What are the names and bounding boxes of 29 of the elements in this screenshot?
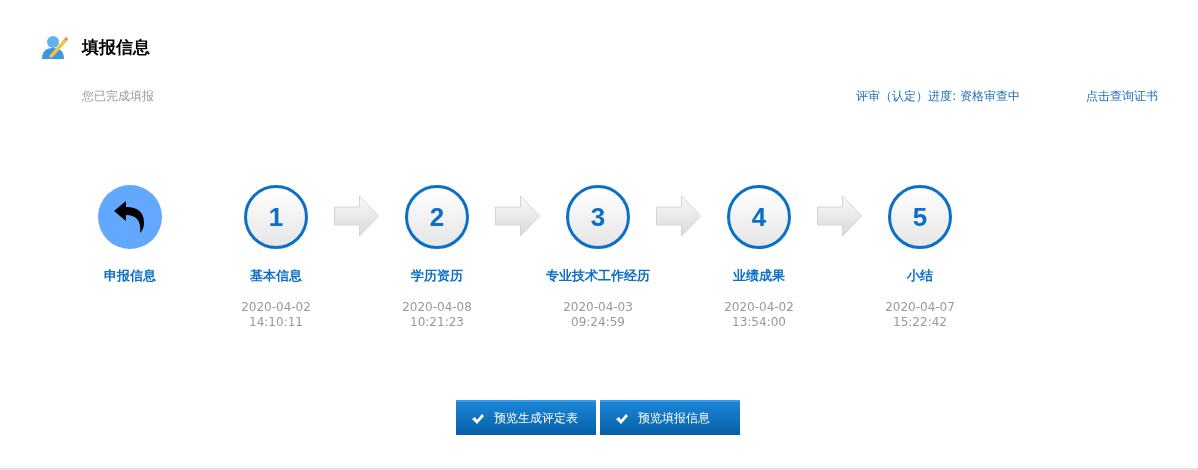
preview-button[interactable]: 预览填报信息 [600, 400, 740, 435]
step-timestamp: 2020-04-02 13:54:00 [724, 300, 794, 330]
step-label[interactable]: 申报信息 [78, 266, 182, 286]
step-timestamp: 2020-04-07 15:22:42 [885, 300, 955, 330]
check-icon [472, 413, 484, 424]
arrow-icon [814, 195, 865, 237]
step-label[interactable]: 基本信息 [224, 266, 328, 286]
status-text: 您已完成填报 [82, 88, 155, 105]
step-circle[interactable]: 4 [727, 185, 791, 249]
preview-button[interactable]: 预览生成评定表 [456, 400, 596, 435]
step-label[interactable]: 业绩成果 [707, 266, 811, 286]
step-label[interactable]: 学历资历 [385, 266, 489, 286]
page-title: 填报信息 [82, 35, 150, 59]
progress-text: 评审（认定）进度: 资格审查中 [856, 88, 1020, 105]
step-circle[interactable]: 2 [405, 185, 469, 249]
step-circle[interactable]: 1 [244, 185, 308, 249]
arrow-icon [492, 195, 543, 237]
step-circle[interactable]: 3 [566, 185, 630, 249]
user-edit-icon [42, 35, 68, 59]
arrow-icon [331, 195, 382, 237]
step-label[interactable]: 专业技术工作经历 [546, 266, 650, 286]
step-timestamp: 2020-04-03 09:24:59 [563, 300, 633, 330]
check-icon [616, 413, 628, 424]
certificate-link[interactable]: 点击查询证书 [1086, 88, 1158, 105]
step-timestamp: 2020-04-02 14:10:11 [241, 300, 311, 330]
step-circle[interactable]: 5 [888, 185, 952, 249]
step-timestamp: 2020-04-08 10:21:23 [402, 300, 472, 330]
arrow-icon [653, 195, 704, 237]
step-label[interactable]: 小结 [868, 266, 972, 286]
